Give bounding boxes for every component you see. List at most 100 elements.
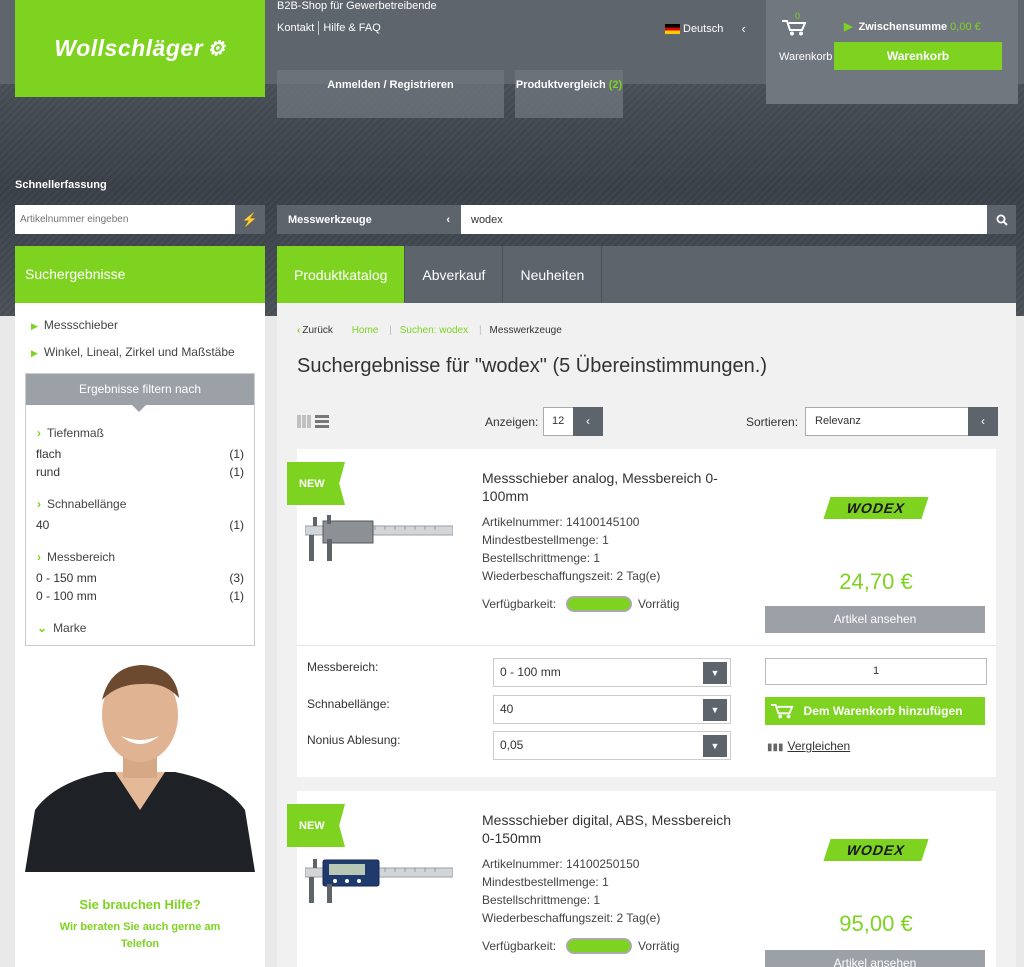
sort-select[interactable]: Relevanz ‹ <box>805 407 998 436</box>
filter-option[interactable]: 0 - 150 mm (3) <box>36 571 244 585</box>
option-select-nonius[interactable]: 0,05 ▼ <box>493 731 731 760</box>
add-to-cart-label: Dem Warenkorb hinzufügen <box>803 704 963 718</box>
view-article-button[interactable]: Artikel ansehen <box>765 950 985 967</box>
cart-label[interactable]: Warenkorb <box>779 51 832 63</box>
back-chevron-icon: ‹ <box>297 325 301 336</box>
option-value: 40 <box>500 702 514 716</box>
play-arrow-icon: ▶ <box>31 348 38 358</box>
chevron-left-icon[interactable]: ‹ <box>968 407 998 436</box>
logo[interactable]: Wollschläger ⚙ <box>15 0 265 97</box>
chevron-down-icon: ⌄ <box>37 621 48 635</box>
option-label: Nonius Ablesung: <box>307 733 401 747</box>
article-number-input[interactable] <box>15 205 235 234</box>
sidebar-title: Suchergebnisse <box>15 246 265 303</box>
cart-button[interactable]: Warenkorb <box>834 42 1002 70</box>
tab-neuheiten[interactable]: Neuheiten <box>503 246 603 303</box>
view-toggle <box>297 415 329 428</box>
availability-value: Vorrätig <box>638 939 680 953</box>
filter-option[interactable]: rund (1) <box>36 465 244 479</box>
product-compare-label: Produktvergleich <box>515 79 606 91</box>
filter-section-tiefenmass[interactable]: › Tiefenmaß <box>37 426 104 440</box>
help-text: Wir beraten Sie auch gerne am Telefon <box>59 921 221 950</box>
min-order-qty: Mindestbestellmenge: 1 <box>482 533 609 547</box>
quick-entry-bolt-icon[interactable]: ⚡ <box>235 205 265 234</box>
filter-section-schnabellaenge[interactable]: › Schnabellänge <box>37 497 126 511</box>
option-label: Schnabellänge: <box>307 697 390 711</box>
b2b-label: B2B-Shop für Gewerbetreibende <box>277 0 437 12</box>
play-arrow-icon: ▶ <box>844 21 853 33</box>
contact-link[interactable]: Kontakt <box>277 22 314 34</box>
search-input[interactable] <box>461 205 987 234</box>
dropdown-arrow-icon: ▼ <box>703 735 727 757</box>
order-step-qty: Bestellschrittmenge: 1 <box>482 551 601 565</box>
login-button[interactable]: Anmelden / Registrieren <box>277 70 504 118</box>
option-select-messbereich[interactable]: 0 - 100 mm ▼ <box>493 658 731 687</box>
grid-view-icon[interactable] <box>297 415 311 428</box>
list-view-icon[interactable] <box>315 415 329 428</box>
quantity-input[interactable]: 1 <box>765 658 987 685</box>
language-selector[interactable]: Deutsch ‹ <box>665 21 746 36</box>
filter-option-label: flach <box>36 447 62 461</box>
logo-text: Wollschläger <box>54 35 204 61</box>
sidebar-link-winkel[interactable]: ▶ Winkel, Lineal, Zirkel und Maßstäbe <box>31 345 235 359</box>
search-icon <box>996 214 1008 226</box>
filter-section-label: Marke <box>53 621 87 635</box>
article-number: Artikelnummer: 14100250150 <box>482 857 640 871</box>
sort-value: Relevanz <box>815 415 861 427</box>
add-to-cart-button[interactable]: Dem Warenkorb hinzufügen <box>765 697 985 725</box>
caliper-analog-image[interactable] <box>305 509 453 567</box>
sidebar-link-messschieber[interactable]: ▶ Messschieber <box>31 318 118 332</box>
new-badge: NEW <box>287 462 345 505</box>
play-arrow-icon: ▶ <box>31 321 38 331</box>
product-title[interactable]: Messschieber digital, ABS, Messbereich 0… <box>482 811 747 847</box>
filter-option[interactable]: 0 - 100 mm (1) <box>36 589 244 603</box>
main-nav: Produktkatalog Abverkauf Neuheiten <box>277 246 1016 303</box>
divider <box>297 645 996 646</box>
language-label: Deutsch <box>683 22 724 35</box>
subtotal-label: Zwischensumme <box>858 21 948 33</box>
filter-section-label: Schnabellänge <box>47 497 127 511</box>
article-number: Artikelnummer: 14100145100 <box>482 515 640 529</box>
sidebar: Suchergebnisse ▶ Messschieber ▶ Winkel, Li… <box>15 246 265 967</box>
option-value: 0,05 <box>500 738 524 752</box>
search-category-value: Messwerkzeuge <box>288 213 372 226</box>
option-label: Messbereich: <box>307 660 379 674</box>
lead-time: Wiederbeschaffungszeit: 2 Tag(e) <box>482 911 661 925</box>
product-compare-button[interactable]: Produktvergleich (2) <box>515 70 623 118</box>
breadcrumb-search[interactable]: Suchen: wodex <box>400 325 468 336</box>
chevron-right-icon: › <box>37 550 41 564</box>
help-title: Sie brauchen Hilfe? <box>79 897 201 912</box>
filter-option-count: (1) <box>229 447 244 461</box>
filter-title: Ergebnisse filtern nach <box>26 374 254 412</box>
filter-option[interactable]: flach (1) <box>36 447 244 461</box>
caliper-digital-image[interactable] <box>305 851 453 909</box>
search-button[interactable] <box>987 205 1016 234</box>
filter-option[interactable]: 40 (1) <box>36 518 244 532</box>
help-link[interactable]: Hilfe & FAQ <box>323 22 380 34</box>
cart-icon[interactable] <box>782 18 808 36</box>
back-link[interactable]: Zurück <box>302 325 333 336</box>
filter-option-count: (1) <box>229 465 244 479</box>
filter-option-label: 0 - 100 mm <box>36 589 97 603</box>
view-article-button[interactable]: Artikel ansehen <box>765 606 985 633</box>
search-category-select[interactable]: Messwerkzeuge ‹ <box>277 205 461 234</box>
availability-indicator <box>566 596 633 612</box>
product-title[interactable]: Messschieber analog, Messbereich 0-100mm <box>482 469 747 505</box>
show-count-select[interactable]: 12 ‹ <box>543 407 603 436</box>
availability-label: Verfügbarkeit: <box>482 597 557 611</box>
login-label: Anmelden / Registrieren <box>327 79 454 91</box>
option-select-schnabellaenge[interactable]: 40 ▼ <box>493 695 731 724</box>
min-order-qty: Mindestbestellmenge: 1 <box>482 875 609 889</box>
filter-section-messbereich[interactable]: › Messbereich <box>37 550 115 564</box>
breadcrumb-home[interactable]: Home <box>352 325 379 336</box>
chevron-right-icon: › <box>37 426 41 440</box>
link-divider <box>318 21 320 35</box>
filter-section-marke[interactable]: ⌄ Marke <box>37 621 86 635</box>
chevron-left-icon[interactable]: ‹ <box>573 407 603 436</box>
tab-produktkatalog[interactable]: Produktkatalog <box>277 246 406 303</box>
tab-abverkauf[interactable]: Abverkauf <box>405 246 504 303</box>
wodex-logo: WODEX <box>823 497 929 519</box>
filter-option-count: (3) <box>229 571 244 585</box>
new-badge: NEW <box>287 804 345 847</box>
compare-link[interactable]: ▮▮▮ Vergleichen <box>767 739 850 753</box>
